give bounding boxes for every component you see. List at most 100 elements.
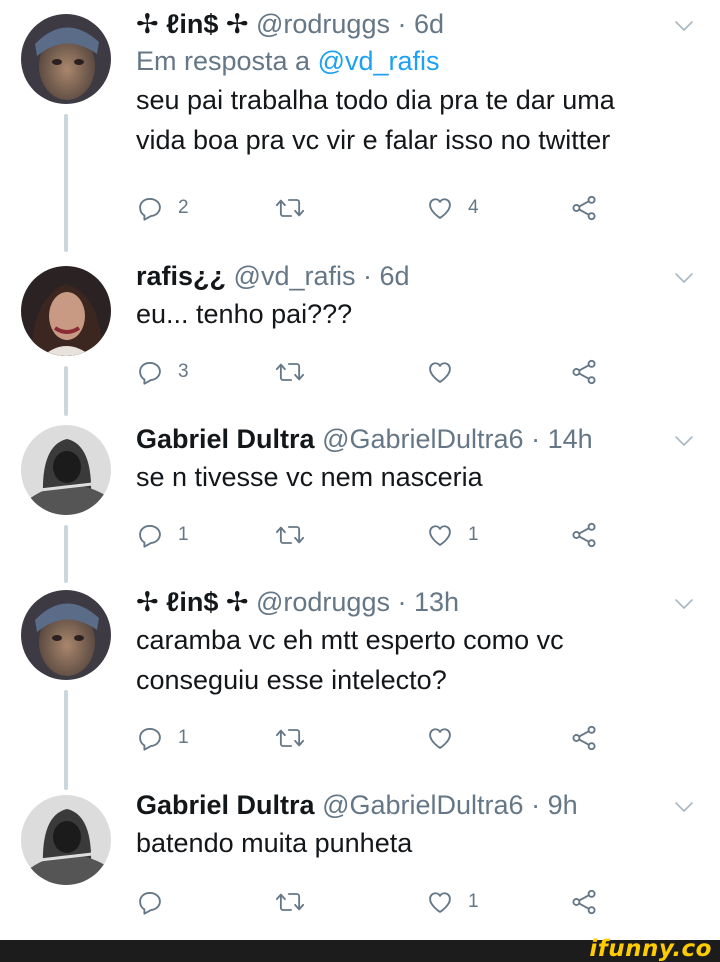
retweet-icon bbox=[274, 888, 306, 916]
heart-icon bbox=[426, 521, 454, 549]
share-icon bbox=[570, 888, 598, 916]
user-handle[interactable]: @rodruggs bbox=[256, 587, 390, 617]
tweet-actions: 2 4 bbox=[136, 190, 616, 226]
like-button[interactable]: 1 bbox=[426, 884, 479, 920]
tweet-text: eu... tenho pai??? bbox=[136, 299, 353, 329]
display-name[interactable]: Gabriel Dultra bbox=[136, 424, 315, 454]
avatar[interactable] bbox=[21, 425, 111, 515]
heart-icon bbox=[426, 194, 454, 222]
timestamp: · 9h bbox=[531, 790, 578, 820]
share-icon bbox=[570, 194, 598, 222]
like-count: 1 bbox=[468, 524, 479, 545]
tweet-actions: 1 bbox=[136, 884, 616, 920]
reply-icon bbox=[136, 521, 164, 549]
timestamp: · 6d bbox=[363, 261, 410, 291]
reply-button[interactable]: 2 bbox=[136, 190, 189, 226]
reply-icon bbox=[136, 194, 164, 222]
thread-line bbox=[64, 114, 68, 252]
tweet-actions: 1 1 bbox=[136, 517, 616, 553]
chevron-down-icon[interactable] bbox=[672, 429, 696, 453]
share-icon bbox=[570, 724, 598, 752]
share-button[interactable] bbox=[570, 354, 598, 390]
timestamp: · 13h bbox=[397, 587, 460, 617]
tweet-header: ✢ ℓin$ ✢ @rodruggs · 13h bbox=[136, 584, 670, 620]
thread-line bbox=[64, 525, 68, 583]
heart-icon bbox=[426, 358, 454, 386]
tweet-header: Gabriel Dultra @GabrielDultra6 · 9h bbox=[136, 787, 670, 823]
chevron-down-icon[interactable] bbox=[672, 795, 696, 819]
share-icon bbox=[570, 521, 598, 549]
avatar[interactable] bbox=[21, 266, 111, 356]
timestamp: · 6d bbox=[397, 9, 445, 39]
user-handle[interactable]: @rodruggs bbox=[256, 9, 390, 39]
reply-count: 1 bbox=[178, 727, 189, 748]
share-button[interactable] bbox=[570, 720, 598, 756]
display-name[interactable]: ✢ ℓin$ ✢ bbox=[136, 587, 248, 617]
reply-context: Em resposta a @vd_rafis bbox=[136, 42, 670, 80]
chevron-down-icon[interactable] bbox=[672, 266, 696, 290]
display-name[interactable]: ✢ ℓin$ ✢ bbox=[136, 9, 248, 39]
reply-count: 3 bbox=[178, 361, 189, 382]
like-count: 4 bbox=[468, 197, 479, 218]
timestamp: · 14h bbox=[531, 424, 593, 454]
avatar[interactable] bbox=[21, 590, 111, 680]
reply-button[interactable] bbox=[136, 884, 178, 920]
tweet[interactable]: ✢ ℓin$ ✢ @rodruggs · 6d Em resposta a @v… bbox=[0, 0, 720, 252]
reply-count: 2 bbox=[178, 197, 189, 218]
share-button[interactable] bbox=[570, 190, 598, 226]
tweet-actions: 1 bbox=[136, 720, 616, 756]
user-handle[interactable]: @GabrielDultra6 bbox=[322, 790, 524, 820]
like-count: 1 bbox=[468, 891, 479, 912]
share-icon bbox=[570, 358, 598, 386]
tweet-text: se n tivesse vc nem nasceria bbox=[136, 462, 483, 492]
tweet[interactable]: Gabriel Dultra @GabrielDultra6 · 9h bate… bbox=[0, 785, 720, 935]
retweet-button[interactable] bbox=[274, 720, 306, 756]
retweet-button[interactable] bbox=[274, 190, 306, 226]
tweet-text: seu pai trabalha todo dia pra te dar uma… bbox=[136, 85, 615, 155]
user-handle[interactable]: @GabrielDultra6 bbox=[322, 424, 524, 454]
retweet-icon bbox=[274, 358, 306, 386]
reply-count: 1 bbox=[178, 524, 189, 545]
display-name[interactable]: rafis¿¿ bbox=[136, 261, 226, 291]
thread-line bbox=[64, 366, 68, 416]
reply-button[interactable]: 1 bbox=[136, 517, 189, 553]
retweet-button[interactable] bbox=[274, 884, 306, 920]
share-button[interactable] bbox=[570, 517, 598, 553]
reply-prefix: Em resposta a bbox=[136, 46, 318, 76]
like-button[interactable]: 1 bbox=[426, 517, 479, 553]
tweet[interactable]: ✢ ℓin$ ✢ @rodruggs · 13h caramba vc eh m… bbox=[0, 580, 720, 790]
like-button[interactable] bbox=[426, 720, 468, 756]
tweet-text: batendo muita punheta bbox=[136, 828, 413, 858]
chevron-down-icon[interactable] bbox=[672, 14, 696, 38]
tweet-header: Gabriel Dultra @GabrielDultra6 · 14h bbox=[136, 421, 670, 457]
like-button[interactable] bbox=[426, 354, 468, 390]
tweet[interactable]: rafis¿¿ @vd_rafis · 6d eu... tenho pai??… bbox=[0, 250, 720, 416]
heart-icon bbox=[426, 724, 454, 752]
retweet-icon bbox=[274, 724, 306, 752]
conversation-thread: ✢ ℓin$ ✢ @rodruggs · 6d Em resposta a @v… bbox=[0, 0, 720, 940]
share-button[interactable] bbox=[570, 884, 598, 920]
tweet-header: ✢ ℓin$ ✢ @rodruggs · 6d bbox=[136, 6, 670, 42]
retweet-button[interactable] bbox=[274, 354, 306, 390]
avatar[interactable] bbox=[21, 795, 111, 885]
reply-button[interactable]: 1 bbox=[136, 720, 189, 756]
reply-icon bbox=[136, 724, 164, 752]
tweet-actions: 3 bbox=[136, 354, 616, 390]
reply-mention-link[interactable]: @vd_rafis bbox=[318, 46, 440, 76]
display-name[interactable]: Gabriel Dultra bbox=[136, 790, 315, 820]
user-handle[interactable]: @vd_rafis bbox=[234, 261, 356, 291]
retweet-icon bbox=[274, 194, 306, 222]
reply-icon bbox=[136, 888, 164, 916]
reply-icon bbox=[136, 358, 164, 386]
watermark-logo: ifunny.co bbox=[589, 936, 712, 962]
watermark-bar: ifunny.co bbox=[0, 936, 720, 962]
tweet[interactable]: Gabriel Dultra @GabrielDultra6 · 14h se … bbox=[0, 415, 720, 583]
reply-button[interactable]: 3 bbox=[136, 354, 189, 390]
chevron-down-icon[interactable] bbox=[672, 592, 696, 616]
tweet-header: rafis¿¿ @vd_rafis · 6d bbox=[136, 258, 670, 294]
tweet-text: caramba vc eh mtt esperto como vc conseg… bbox=[136, 625, 564, 695]
retweet-button[interactable] bbox=[274, 517, 306, 553]
heart-icon bbox=[426, 888, 454, 916]
like-button[interactable]: 4 bbox=[426, 190, 479, 226]
avatar[interactable] bbox=[21, 14, 111, 104]
